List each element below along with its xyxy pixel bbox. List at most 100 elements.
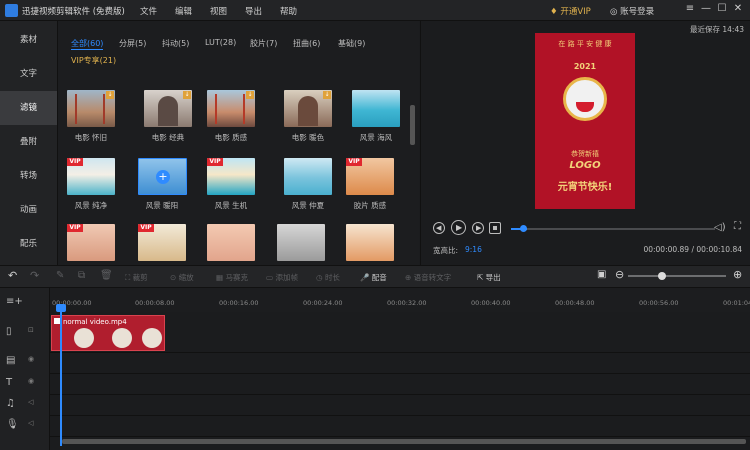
filter-label: 胶片 质感	[353, 201, 387, 210]
vip-button[interactable]: ♦ 开通VIP	[550, 5, 591, 17]
sidebar: 素材 文字 滤镜 叠附 转场 动画 配乐	[0, 21, 57, 265]
sidebar-item-text[interactable]: 文字	[0, 57, 57, 91]
menu-view[interactable]: 视图	[210, 5, 227, 17]
tab-split[interactable]: 分屏(5)	[119, 38, 146, 49]
sidebar-item-media[interactable]: 素材	[0, 23, 57, 57]
timeline-zoom-knob[interactable]	[658, 272, 666, 280]
playhead[interactable]	[60, 306, 62, 446]
maximize-icon[interactable]: ☐	[716, 3, 728, 17]
filter-thumb-nostalgic[interactable]: ↓	[67, 90, 115, 127]
mosaic-button[interactable]: ▦ 马赛克	[216, 272, 248, 283]
playhead-handle[interactable]	[56, 304, 66, 312]
timeline-ruler[interactable]: 00:00:00.00 00:00:08.00 00:00:16.00 00:0…	[50, 288, 750, 312]
prev-frame-icon[interactable]: ◀	[433, 222, 445, 234]
music-track[interactable]	[50, 395, 750, 416]
add-icon[interactable]: +	[156, 170, 170, 184]
filter-thumb[interactable]: VIP	[138, 224, 186, 261]
duration-label: 时长	[324, 273, 340, 282]
track-visibility-icon[interactable]: ◉	[28, 355, 34, 363]
edit-icon[interactable]: ✎	[56, 270, 64, 281]
tab-distort[interactable]: 扭曲(6)	[293, 38, 320, 49]
overlay-track[interactable]	[50, 353, 750, 374]
undo-icon[interactable]: ↶	[8, 269, 17, 282]
filter-thumb-pure[interactable]: VIP	[67, 158, 115, 195]
sidebar-item-overlay[interactable]: 叠附	[0, 125, 57, 159]
play-icon[interactable]: ▶	[451, 220, 466, 235]
close-icon[interactable]: ✕	[732, 3, 744, 17]
sidebar-item-music[interactable]: 配乐	[0, 227, 57, 261]
music-track-icon: ♫	[6, 398, 15, 409]
sidebar-item-transition[interactable]: 转场	[0, 159, 57, 193]
sidebar-item-animation[interactable]: 动画	[0, 193, 57, 227]
tab-shake[interactable]: 抖动(5)	[162, 38, 189, 49]
track-lock-icon[interactable]: ⊡	[28, 326, 34, 334]
next-frame-icon[interactable]: ▶	[472, 222, 484, 234]
filter-label: 电影 暖色	[291, 133, 325, 142]
filter-thumb-seabreeze[interactable]	[352, 90, 400, 127]
duration-button[interactable]: ◷ 时长	[316, 272, 340, 283]
filter-label: 风景 海风	[359, 133, 393, 142]
zoom-in-icon[interactable]: ⊕	[733, 268, 742, 281]
menu-file[interactable]: 文件	[140, 5, 157, 17]
filter-thumb[interactable]: VIP	[67, 224, 115, 261]
fit-timeline-icon[interactable]: ▣	[597, 269, 606, 280]
track-mute-icon[interactable]: ◁	[28, 419, 33, 427]
account-label: 账号登录	[620, 7, 655, 17]
add-track-icon[interactable]: ≡+	[6, 296, 23, 307]
tab-lut[interactable]: LUT(28)	[205, 38, 236, 47]
tab-vip[interactable]: VIP专享(21)	[71, 55, 116, 66]
stop-icon[interactable]	[489, 222, 501, 234]
filter-thumb-texture[interactable]: ↓	[207, 90, 255, 127]
filter-thumb[interactable]	[277, 224, 325, 261]
delete-icon[interactable]: 🗑	[100, 270, 113, 281]
vip-badge: VIP	[138, 224, 154, 232]
menu-export[interactable]: 导出	[245, 5, 262, 17]
fullscreen-icon[interactable]: ⛶	[734, 221, 741, 232]
crop-button[interactable]: ⛶ 裁剪	[125, 272, 148, 283]
filter-thumb-film-texture[interactable]: VIP	[346, 158, 394, 195]
zoom-button[interactable]: ⊙ 缩放	[170, 272, 194, 283]
menu-icon[interactable]: ≡	[684, 3, 696, 17]
filter-label: 风景 暖阳	[145, 201, 179, 210]
filter-thumb-classic[interactable]: ↓	[144, 90, 192, 127]
preview-video[interactable]: 在 路 平 安 健 康 2021 恭贺新禧 LOGO 元宵节快乐!	[535, 33, 635, 209]
menu-help[interactable]: 帮助	[280, 5, 297, 17]
speech-to-text-button[interactable]: ⊕ 语音转文字	[405, 272, 451, 283]
split-icon[interactable]: ⧉	[78, 270, 85, 281]
add-frame-button[interactable]: ▭ 添加帧	[266, 272, 298, 283]
volume-icon[interactable]: ◁)	[714, 222, 726, 233]
filter-thumb-vitality[interactable]: VIP	[207, 158, 255, 195]
voice-track[interactable]	[50, 416, 750, 437]
aspect-ratio-value[interactable]: 9:16	[465, 245, 482, 254]
voiceover-button[interactable]: 🎤 配音	[360, 272, 387, 283]
timeline-zoom-slider[interactable]	[628, 275, 726, 277]
redo-icon[interactable]: ↷	[30, 269, 39, 282]
export-button[interactable]: ⇱ 导出	[477, 272, 501, 283]
tab-basic[interactable]: 基础(9)	[338, 38, 365, 49]
tab-all[interactable]: 全部(60)	[71, 38, 104, 50]
sidebar-item-filter[interactable]: 滤镜	[0, 91, 57, 125]
track-visibility-icon[interactable]: ◉	[28, 377, 34, 385]
filter-thumb[interactable]	[346, 224, 394, 261]
filter-thumb-warm[interactable]: ↓	[284, 90, 332, 127]
text-track[interactable]	[50, 374, 750, 395]
menu-edit[interactable]: 编辑	[175, 5, 192, 17]
timeline-scrollbar[interactable]	[62, 439, 746, 444]
title-bar: 迅捷视频剪辑软件 (免费版) 文件 编辑 视图 导出 帮助 ♦ 开通VIP ◎ …	[0, 0, 750, 21]
library-scrollbar[interactable]	[410, 105, 415, 145]
tab-film[interactable]: 胶片(7)	[250, 38, 277, 49]
track-mute-icon[interactable]: ◁	[28, 398, 33, 406]
poster-logo: LOGO	[569, 160, 601, 171]
video-clip[interactable]: normal video.mp4	[51, 315, 165, 351]
tick-label: 00:00:40.00	[471, 299, 511, 307]
minimize-icon[interactable]: —	[700, 3, 712, 17]
account-button[interactable]: ◎ 账号登录	[610, 5, 654, 17]
filter-thumb[interactable]	[207, 224, 255, 261]
time-current: 00:00:00.89	[643, 245, 690, 254]
progress-knob[interactable]	[520, 225, 527, 232]
video-track-icon: ▯	[6, 326, 12, 337]
filter-thumb-sunny[interactable]: +	[138, 158, 187, 195]
playback-progress[interactable]	[511, 228, 715, 230]
filter-thumb-midsummer[interactable]	[284, 158, 332, 195]
zoom-out-icon[interactable]: ⊖	[615, 268, 624, 281]
